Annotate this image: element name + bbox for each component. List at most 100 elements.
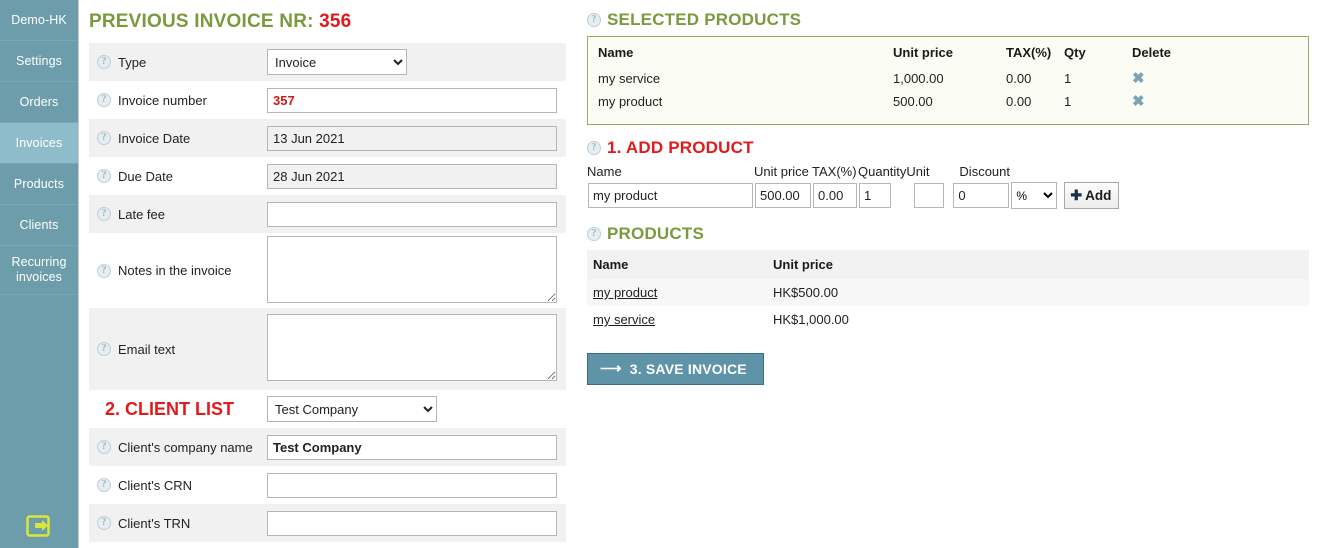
help-icon[interactable]: ?	[587, 13, 601, 27]
help-icon[interactable]: ?	[97, 131, 111, 145]
sidebar-item-label: Recurring invoices	[11, 255, 67, 284]
label-name: Name	[587, 164, 622, 179]
arrow-right-icon: ⟶	[600, 360, 622, 377]
sidebar-item-demo-hk[interactable]: Demo-HK	[0, 0, 78, 41]
sidebar-item-invoices[interactable]: Invoices	[0, 123, 78, 164]
x-mark-icon[interactable]: ✖	[1132, 70, 1145, 87]
sidebar-item-label: Clients	[19, 218, 59, 232]
form-row-client-crn: ? Client's CRN	[89, 466, 566, 504]
help-icon[interactable]: ?	[97, 342, 111, 356]
add-product-button-label: Add	[1085, 188, 1112, 203]
add-product-unit-price-input[interactable]	[755, 183, 811, 208]
cell-tax: 0.00	[1006, 94, 1032, 109]
cell-qty: 1	[1064, 71, 1072, 86]
notes-textarea[interactable]	[267, 235, 557, 303]
page-title: PREVIOUS INVOICE NR: 356	[79, 0, 579, 43]
client-company-name-input[interactable]	[267, 434, 557, 460]
add-product-tax-input[interactable]	[813, 183, 857, 208]
cell-name: my product	[598, 94, 663, 109]
add-product-unit-input[interactable]	[914, 183, 945, 208]
exit-icon[interactable]	[26, 514, 52, 541]
form-row-client-company-name: ? Client's company name	[89, 428, 566, 466]
sidebar-item-label: Settings	[16, 54, 62, 68]
help-icon[interactable]: ?	[97, 478, 111, 492]
discount-type-select[interactable]: %	[1011, 182, 1058, 209]
column-header-name: Name	[587, 250, 767, 279]
table-row: my service HK$1,000.00	[587, 306, 1309, 333]
field-label-client-trn: Client's TRN	[118, 515, 191, 531]
help-icon[interactable]: ?	[587, 227, 601, 241]
cell-unit-price: HK$1,000.00	[773, 312, 849, 327]
client-list-select[interactable]: Test Company	[267, 396, 437, 422]
label-unit-price: Unit price	[754, 164, 809, 179]
help-icon[interactable]: ?	[97, 169, 111, 183]
client-crn-input[interactable]	[267, 472, 557, 498]
add-product-name-input[interactable]	[588, 183, 753, 208]
add-product-discount-input[interactable]	[953, 183, 1010, 208]
form-row-type: ? Type Invoice	[89, 43, 566, 81]
form-row-email-text: ? Email text	[89, 308, 566, 390]
late-fee-input[interactable]	[267, 201, 557, 227]
product-link[interactable]: my product	[593, 285, 657, 300]
products-table: Name Unit price my product HK$500.00 my …	[587, 250, 1309, 333]
field-label-client-crn: Client's CRN	[118, 477, 192, 493]
cell-unit-price: 1,000.00	[893, 71, 944, 86]
add-product-table: Name Unit price TAX(%) Quantity Unit Dis…	[587, 164, 1120, 210]
form-row-late-fee: ? Late fee	[89, 195, 566, 233]
selected-products-table: Name Unit price TAX(%) Qty Delete my ser…	[598, 45, 1298, 114]
selected-products-title: SELECTED PRODUCTS	[607, 10, 802, 29]
field-label-due-date: Due Date	[118, 168, 173, 184]
sidebar-item-label: Demo-HK	[11, 13, 67, 27]
cell-qty: 1	[1064, 94, 1072, 109]
table-row: my product HK$500.00	[587, 279, 1309, 306]
save-invoice-button[interactable]: ⟶ 3. SAVE INVOICE	[587, 353, 764, 385]
form-row-invoice-number: ? Invoice number	[89, 81, 566, 119]
column-header-unit-price: Unit price	[893, 45, 953, 60]
product-link[interactable]: my service	[593, 312, 655, 327]
add-product-header: ? 1. ADD PRODUCT	[587, 138, 1323, 158]
column-header-tax: TAX(%)	[1006, 45, 1052, 60]
column-header-delete: Delete	[1132, 45, 1172, 60]
invoice-number-input[interactable]	[267, 87, 557, 113]
add-product-quantity-input[interactable]	[859, 183, 891, 208]
selected-products-header: ? SELECTED PRODUCTS	[587, 10, 1323, 30]
email-text-textarea[interactable]	[267, 314, 557, 381]
sidebar-item-label: Invoices	[15, 136, 63, 150]
label-discount: Discount	[959, 164, 1010, 179]
field-label-email-text: Email text	[118, 341, 176, 357]
column-header-qty: Qty	[1064, 45, 1086, 60]
sidebar-item-recurring-invoices[interactable]: Recurring invoices	[0, 246, 78, 295]
sidebar-item-settings[interactable]: Settings	[0, 41, 78, 82]
help-icon[interactable]: ?	[587, 141, 601, 155]
type-select[interactable]: Invoice	[267, 49, 407, 75]
form-row-due-date: ? Due Date	[89, 157, 566, 195]
products-column: ? SELECTED PRODUCTS Name Unit price TAX(…	[579, 0, 1323, 548]
add-product-input-row: % ✚ Add	[587, 181, 1120, 210]
cell-unit-price: HK$500.00	[767, 279, 1309, 306]
x-mark-icon[interactable]: ✖	[1132, 93, 1145, 110]
exit-icon-container[interactable]	[0, 508, 78, 548]
help-icon[interactable]: ?	[97, 93, 111, 107]
label-unit: Unit	[906, 164, 930, 179]
help-icon[interactable]: ?	[97, 263, 111, 278]
column-header-name: Name	[598, 45, 634, 60]
products-title: PRODUCTS	[607, 224, 704, 243]
due-date-input[interactable]	[267, 163, 557, 189]
add-product-button[interactable]: ✚ Add	[1064, 182, 1120, 209]
form-row-client-trn: ? Client's TRN	[89, 504, 566, 542]
client-trn-input[interactable]	[267, 510, 557, 536]
add-product-form: Name Unit price TAX(%) Quantity Unit Dis…	[587, 164, 1323, 210]
help-icon[interactable]: ?	[97, 207, 111, 221]
help-icon[interactable]: ?	[97, 516, 111, 530]
invoice-date-input[interactable]	[267, 125, 557, 151]
help-icon[interactable]: ?	[97, 55, 111, 69]
sidebar-item-orders[interactable]: Orders	[0, 82, 78, 123]
add-product-header-row: Name Unit price TAX(%) Quantity Unit Dis…	[587, 164, 1120, 181]
cell-delete: ✖	[1132, 91, 1298, 114]
selected-products-panel: Name Unit price TAX(%) Qty Delete my ser…	[587, 36, 1309, 125]
field-label-late-fee: Late fee	[118, 206, 165, 222]
help-icon[interactable]: ?	[97, 440, 111, 454]
sidebar-item-products[interactable]: Products	[0, 164, 78, 205]
sidebar-item-clients[interactable]: Clients	[0, 205, 78, 246]
label-add-spacer	[1058, 164, 1120, 181]
